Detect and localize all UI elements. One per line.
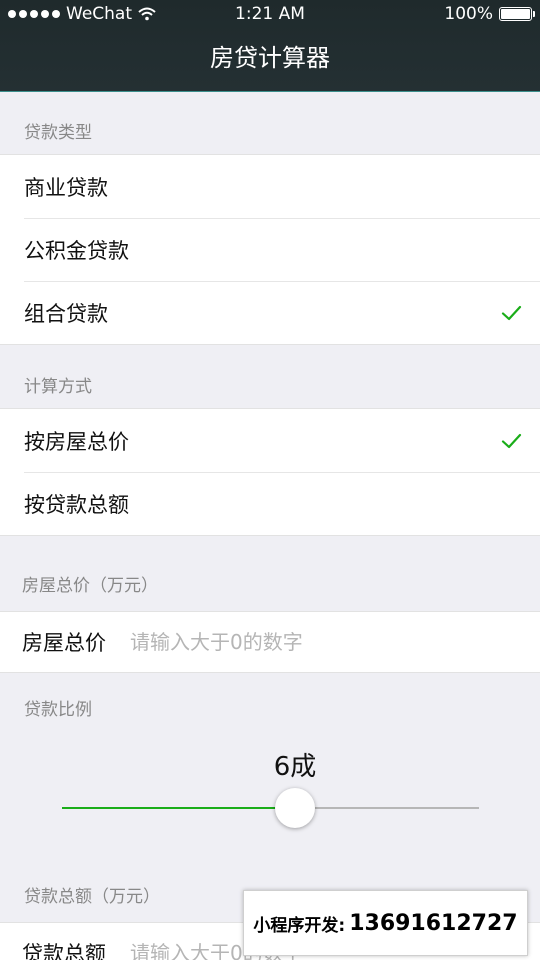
option-label: 公积金贷款: [24, 238, 129, 263]
loan-type-group: 商业贷款 公积金贷款 组合贷款: [0, 154, 540, 345]
house-price-label: 房屋总价: [22, 631, 106, 655]
battery-icon: [499, 7, 535, 21]
option-label: 商业贷款: [24, 175, 108, 200]
page-title: 房贷计算器: [210, 44, 330, 72]
option-combined-loan[interactable]: 组合贷款: [0, 281, 540, 344]
loan-amount-label: 贷款总额: [22, 942, 106, 960]
loan-ratio-header: 贷款比例: [24, 700, 92, 720]
promo-tag: 小程序开发:: [253, 915, 346, 936]
option-label: 按贷款总额: [24, 492, 129, 517]
loan-ratio-value: 6成: [273, 752, 317, 782]
option-commercial-loan[interactable]: 商业贷款: [0, 155, 540, 218]
loan-ratio-slider[interactable]: [62, 807, 479, 809]
battery-percent: 100%: [444, 4, 493, 24]
top-bar: WeChat 1:21 AM 100% 房贷计算器: [0, 0, 540, 92]
promo-phone: 13691612727: [349, 910, 518, 936]
checkmark-icon: [501, 305, 522, 320]
house-price-header: 房屋总价（万元）: [22, 576, 158, 596]
loan-amount-header: 贷款总额（万元）: [24, 887, 160, 907]
calc-method-header: 计算方式: [24, 377, 92, 397]
checkmark-icon: [501, 433, 522, 448]
slider-thumb[interactable]: [274, 788, 315, 828]
screen: WeChat 1:21 AM 100% 房贷计算器 贷款类型 商业贷款 公积金贷…: [0, 0, 540, 960]
option-provident-fund-loan[interactable]: 公积金贷款: [0, 218, 540, 281]
option-label: 按房屋总价: [24, 429, 129, 454]
slider-fill: [62, 807, 295, 809]
option-by-loan-amount[interactable]: 按贷款总额: [0, 472, 540, 535]
loan-type-header: 贷款类型: [24, 123, 92, 143]
calc-method-group: 按房屋总价 按贷款总额: [0, 408, 540, 536]
house-price-row: 房屋总价: [0, 611, 540, 673]
option-label: 组合贷款: [24, 301, 108, 326]
status-bar: WeChat 1:21 AM 100%: [0, 0, 540, 30]
status-right: 100%: [444, 4, 535, 24]
promo-badge: 小程序开发: 13691612727: [243, 890, 528, 956]
house-price-input[interactable]: [130, 630, 510, 654]
option-by-house-price[interactable]: 按房屋总价: [0, 409, 540, 472]
